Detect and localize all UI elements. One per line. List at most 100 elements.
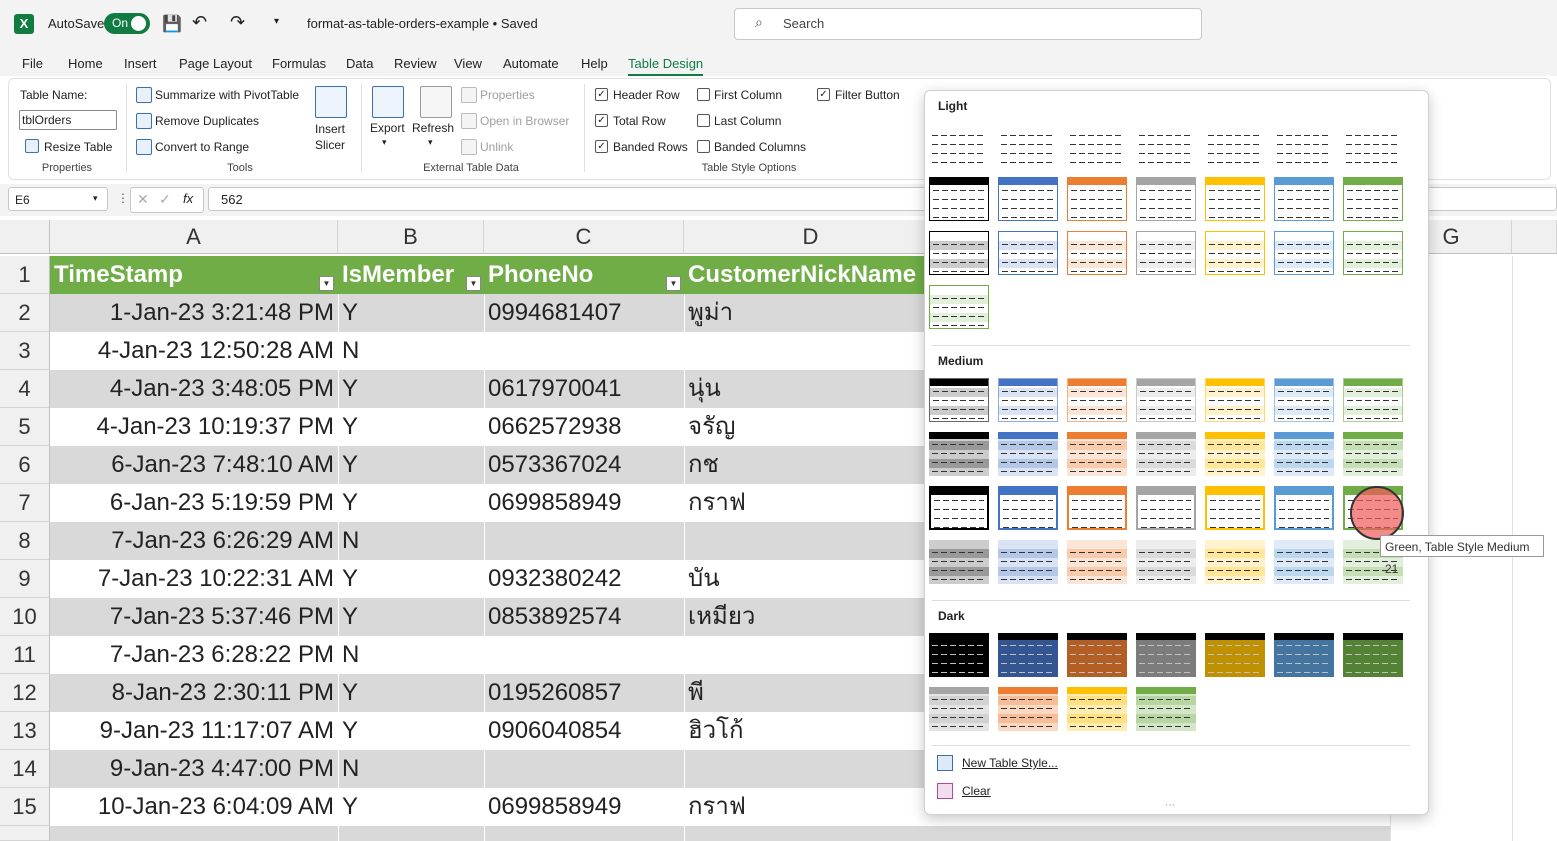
cell-timestamp[interactable]: 4-Jan-23 12:50:28 AM: [50, 332, 338, 370]
row-header[interactable]: 10: [0, 598, 50, 636]
cell-phoneno[interactable]: 0195260857: [484, 674, 684, 712]
resize-grip-icon[interactable]: ⋯: [1165, 800, 1175, 811]
cell-timestamp[interactable]: 10-Jan-23 6:04:09 AM: [50, 788, 338, 826]
cell-phoneno[interactable]: [484, 750, 684, 788]
undo-icon[interactable]: ↶: [192, 12, 207, 33]
table-style-medium-2[interactable]: [998, 378, 1058, 422]
remove-duplicates-button[interactable]: Remove Duplicates: [155, 114, 259, 128]
table-style-light-19[interactable]: [1205, 231, 1265, 275]
first-column-checkbox[interactable]: [697, 88, 710, 101]
clear-button[interactable]: Clear: [962, 784, 991, 798]
table-style-light-5[interactable]: [1205, 123, 1265, 167]
table-style-dark-9[interactable]: [998, 687, 1058, 731]
select-all-corner[interactable]: [0, 220, 50, 254]
table-style-medium-17[interactable]: [1067, 486, 1127, 530]
tab-formulas[interactable]: Formulas: [272, 56, 326, 71]
table-style-light-12[interactable]: [1205, 177, 1265, 221]
table-style-light-21[interactable]: [1343, 231, 1403, 275]
cell-nickname[interactable]: จรัญ: [684, 408, 924, 446]
table-style-medium-10[interactable]: [1067, 432, 1127, 476]
table-style-medium-13[interactable]: [1274, 432, 1334, 476]
cell-nickname[interactable]: กช: [684, 446, 924, 484]
row-header[interactable]: 13: [0, 712, 50, 750]
table-style-medium-11[interactable]: [1136, 432, 1196, 476]
cell-phoneno[interactable]: 0662572938: [484, 408, 684, 446]
cell-phoneno[interactable]: 0617970041: [484, 370, 684, 408]
table-style-light-18[interactable]: [1136, 231, 1196, 275]
cell-nickname[interactable]: พี: [684, 674, 924, 712]
filter-dropdown-icon[interactable]: ▼: [466, 276, 481, 291]
table-style-medium-7[interactable]: [1343, 378, 1403, 422]
cell-phoneno[interactable]: 0932380242: [484, 560, 684, 598]
table-style-medium-15[interactable]: [929, 486, 989, 530]
tab-file[interactable]: File: [22, 56, 43, 71]
cell-phoneno[interactable]: 0699858949: [484, 484, 684, 522]
header-cell-ismember[interactable]: IsMember: [338, 256, 484, 294]
row-header[interactable]: 3: [0, 332, 50, 370]
cell-ismember[interactable]: Y: [338, 484, 484, 522]
header-cell-phoneno[interactable]: PhoneNo: [484, 256, 684, 294]
table-style-light-20[interactable]: [1274, 231, 1334, 275]
column-header-a[interactable]: A: [50, 220, 338, 254]
table-style-medium-14[interactable]: [1343, 432, 1403, 476]
table-style-light-4[interactable]: [1136, 123, 1196, 167]
row-header[interactable]: 9: [0, 560, 50, 598]
table-style-medium-26[interactable]: [1205, 540, 1265, 584]
summarize-pivottable-button[interactable]: Summarize with PivotTable: [155, 88, 299, 102]
table-style-dark-8[interactable]: [929, 687, 989, 731]
header-row-checkbox[interactable]: ✓: [595, 88, 608, 101]
refresh-button[interactable]: Refresh: [412, 121, 454, 135]
table-style-medium-18[interactable]: [1136, 486, 1196, 530]
cell-timestamp[interactable]: 7-Jan-23 5:37:46 PM: [50, 598, 338, 636]
cell-ismember[interactable]: N: [338, 522, 484, 560]
table-style-medium-3[interactable]: [1067, 378, 1127, 422]
cell-ismember[interactable]: Y: [338, 408, 484, 446]
column-header-b[interactable]: B: [338, 220, 484, 254]
cell-nickname[interactable]: [684, 750, 924, 788]
customize-toolbar-icon[interactable]: ▾: [274, 16, 279, 27]
table-style-medium-19[interactable]: [1205, 486, 1265, 530]
cell-timestamp[interactable]: 9-Jan-23 4:47:00 PM: [50, 750, 338, 788]
cell-ismember[interactable]: Y: [338, 560, 484, 598]
cell-ismember[interactable]: Y: [338, 446, 484, 484]
cell-phoneno[interactable]: 0906040854: [484, 712, 684, 750]
cell-nickname[interactable]: [684, 332, 924, 370]
tab-page-layout[interactable]: Page Layout: [179, 56, 252, 71]
table-style-light-16[interactable]: [998, 231, 1058, 275]
search-box[interactable]: ⌕ Search: [734, 8, 1202, 40]
row-header[interactable]: 2: [0, 294, 50, 332]
table-style-light-8[interactable]: [929, 177, 989, 221]
file-name[interactable]: format-as-table-orders-example • Saved: [307, 16, 538, 31]
insert-slicer-button[interactable]: Insert Slicer: [314, 121, 346, 153]
cell-ismember[interactable]: Y: [338, 788, 484, 826]
cell-timestamp[interactable]: 4-Jan-23 10:19:37 PM: [50, 408, 338, 446]
table-style-light-10[interactable]: [1067, 177, 1127, 221]
name-box-dropdown-icon[interactable]: ▾: [93, 193, 98, 204]
cell-timestamp[interactable]: 7-Jan-23 6:28:22 PM: [50, 636, 338, 674]
table-name-input[interactable]: tblOrders: [19, 110, 117, 130]
unlink-button[interactable]: Unlink: [480, 140, 513, 154]
last-column-checkbox[interactable]: [697, 114, 710, 127]
autosave-toggle[interactable]: On: [104, 13, 150, 34]
cell-ismember[interactable]: Y: [338, 674, 484, 712]
table-style-light-11[interactable]: [1136, 177, 1196, 221]
refresh-dropdown-icon[interactable]: ▾: [428, 137, 433, 148]
cell-timestamp[interactable]: 7-Jan-23 6:26:29 AM: [50, 522, 338, 560]
table-style-medium-1[interactable]: [929, 378, 989, 422]
table-style-medium-5[interactable]: [1205, 378, 1265, 422]
cell-nickname[interactable]: [684, 522, 924, 560]
tab-automate[interactable]: Automate: [503, 56, 559, 71]
tab-home[interactable]: Home: [68, 56, 103, 71]
properties-button[interactable]: Properties: [480, 88, 535, 102]
table-style-medium-16[interactable]: [998, 486, 1058, 530]
row-header[interactable]: 6: [0, 446, 50, 484]
cell-nickname[interactable]: กราฟ: [684, 484, 924, 522]
tab-table-design[interactable]: Table Design: [628, 56, 704, 76]
table-style-medium-6[interactable]: [1274, 378, 1334, 422]
cell-ismember[interactable]: Y: [338, 598, 484, 636]
cell-nickname[interactable]: [684, 636, 924, 674]
filter-dropdown-icon[interactable]: ▼: [319, 276, 334, 291]
cell-ismember[interactable]: Y: [338, 370, 484, 408]
cell-timestamp[interactable]: 4-Jan-23 3:48:05 PM: [50, 370, 338, 408]
table-style-light-2[interactable]: [998, 123, 1058, 167]
